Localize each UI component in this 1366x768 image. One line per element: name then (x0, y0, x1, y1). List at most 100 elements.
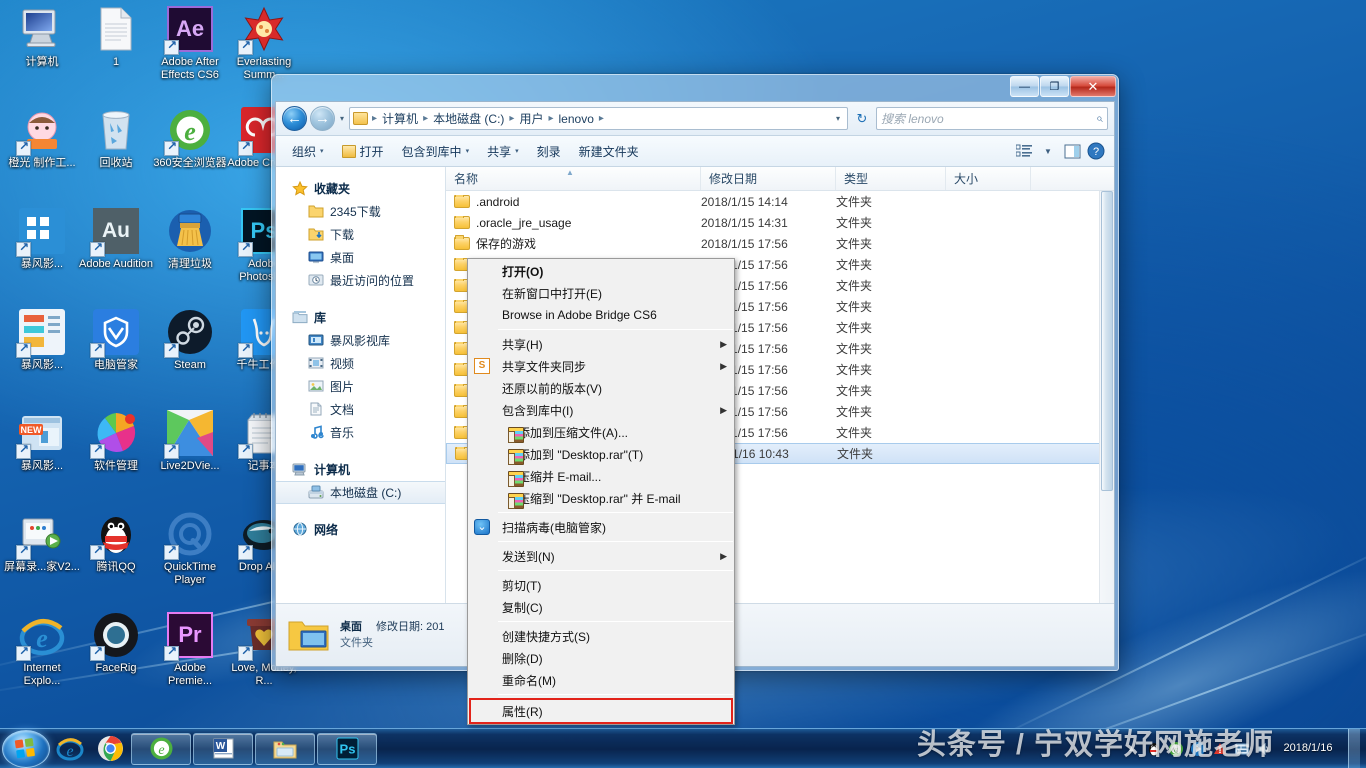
context-menu-item[interactable]: 共享(H)▶ (468, 333, 734, 355)
context-menu-item[interactable]: ⌄扫描病毒(电脑管家) (468, 516, 734, 538)
desktop-icon-au[interactable]: AuAdobe Audition (78, 207, 154, 271)
back-arrow-icon[interactable]: ← (282, 106, 307, 131)
column-header-date[interactable]: 修改日期 (701, 167, 836, 190)
start-button[interactable] (2, 730, 50, 768)
context-menu-item[interactable]: 发送到(N)▶ (468, 545, 734, 567)
context-menu-item[interactable]: S共享文件夹同步▶ (468, 355, 734, 377)
nav-item[interactable]: 桌面 (276, 246, 445, 269)
history-dropdown-icon[interactable]: ▾ (338, 114, 346, 123)
context-menu-item[interactable]: 属性(R) (469, 698, 733, 724)
input-method-icon[interactable] (1233, 740, 1250, 757)
context-menu-item[interactable]: 压缩到 "Desktop.rar" 并 E-mail (468, 487, 734, 509)
context-menu-item[interactable]: 添加到 "Desktop.rar"(T) (468, 443, 734, 465)
new-folder-button[interactable]: 新建文件夹 (570, 139, 648, 164)
taskbar-task-photoshop[interactable]: Ps (317, 733, 377, 765)
breadcrumb-computer[interactable]: 计算机 (379, 109, 421, 128)
nav-item[interactable]: 下载 (276, 223, 445, 246)
taskbar-task-word[interactable]: W (193, 733, 253, 765)
desktop-icon-ie[interactable]: eInternet Explo... (4, 611, 80, 688)
context-menu-item[interactable]: 打开(O) (468, 260, 734, 282)
nav-item[interactable]: 最近访问的位置 (276, 269, 445, 292)
column-header-type[interactable]: 类型 (836, 167, 946, 190)
taskbar-task-360-browser[interactable]: e (131, 733, 191, 765)
desktop-icon-softmgr[interactable]: 软件管理 (78, 409, 154, 473)
nav-item[interactable]: 文档 (276, 398, 445, 421)
address-dropdown-icon[interactable]: ▾ (832, 114, 844, 123)
nav-group-header[interactable]: 网络 (276, 518, 445, 541)
organize-button[interactable]: 组织 ▾ (283, 139, 333, 164)
desktop-icon-steam[interactable]: Steam (152, 308, 228, 372)
include-in-library-button[interactable]: 包含到库中 ▾ (393, 139, 479, 164)
search-input[interactable]: 搜索 lenovo ⌕ (876, 107, 1108, 130)
minimize-button[interactable]: — (1010, 76, 1039, 97)
qq-penguin-icon[interactable] (1145, 740, 1162, 757)
table-row[interactable]: .oracle_jre_usage2018/1/15 14:31文件夹 (446, 212, 1114, 233)
column-header-size[interactable]: 大小 (946, 167, 1031, 190)
nav-group-header[interactable]: 收藏夹 (276, 177, 445, 200)
breadcrumb-users[interactable]: 用户 (516, 109, 546, 128)
scrollbar-thumb[interactable] (1101, 191, 1113, 491)
desktop-icon-facerig[interactable]: FaceRig (78, 611, 154, 675)
nav-item[interactable]: 2345下载 (276, 200, 445, 223)
nav-item[interactable]: 音乐 (276, 421, 445, 444)
clock[interactable]: 2018/1/16 (1277, 742, 1339, 755)
context-menu-item[interactable]: 创建快捷方式(S) (468, 625, 734, 647)
taskbar[interactable]: e e W (0, 728, 1366, 768)
open-button[interactable]: 打开 (333, 139, 393, 164)
context-menu-item[interactable]: 压缩并 E-mail... (468, 465, 734, 487)
baofeng-tray-icon[interactable] (1189, 740, 1206, 757)
desktop-icon-baofeng-new[interactable]: NEW暴风影... (4, 409, 80, 473)
antivirus-tray-icon[interactable] (1211, 740, 1228, 757)
share-button[interactable]: 共享 ▾ (478, 139, 528, 164)
maximize-button[interactable]: ❐ (1040, 76, 1069, 97)
help-icon[interactable]: ? (1085, 140, 1107, 162)
column-header-name[interactable]: 名称 ▲ (446, 167, 701, 190)
context-menu-item[interactable]: 复制(C) (468, 596, 734, 618)
desktop-icon-screenrec[interactable]: 屏幕录...家V2... (4, 510, 80, 574)
nav-item[interactable]: 本地磁盘 (C:) (276, 481, 445, 504)
breadcrumb-drive[interactable]: 本地磁盘 (C:) (430, 109, 507, 128)
show-desktop-button[interactable] (1348, 729, 1360, 768)
refresh-icon[interactable]: ↻ (851, 107, 873, 130)
desktop-icon-baofeng-list[interactable]: 暴风影... (4, 308, 80, 372)
table-row[interactable]: 保存的游戏2018/1/15 17:56文件夹 (446, 233, 1114, 254)
context-menu-item[interactable]: 删除(D) (468, 647, 734, 669)
volume-icon[interactable] (1255, 740, 1272, 757)
preview-pane-icon[interactable] (1061, 140, 1083, 162)
desktop-icon-orange-game[interactable]: 橙光 制作工... (4, 106, 80, 170)
desktop-icon-qq[interactable]: 腾讯QQ (78, 510, 154, 574)
chevron-down-icon[interactable]: ▼ (1037, 140, 1059, 162)
taskbar-launcher-internet-explorer[interactable]: e (50, 730, 90, 768)
close-button[interactable]: ✕ (1070, 76, 1116, 97)
desktop-icon-live2d[interactable]: Live2DVie... (152, 409, 228, 473)
context-menu-item[interactable]: 剪切(T) (468, 574, 734, 596)
nav-item[interactable]: 视频 (276, 352, 445, 375)
desktop-icon-360browser[interactable]: e360安全浏览器 (152, 106, 228, 170)
table-row[interactable]: .android2018/1/15 14:14文件夹 (446, 191, 1114, 212)
forward-arrow-icon[interactable]: → (310, 106, 335, 131)
navigation-pane[interactable]: 收藏夹2345下载下载桌面最近访问的位置库暴风影视库视频图片文档音乐计算机本地磁… (276, 167, 446, 603)
desktop-icon-broom[interactable]: 清理垃圾 (152, 207, 228, 271)
address-bar[interactable]: ▸ 计算机 ▸ 本地磁盘 (C:) ▸ 用户 ▸ lenovo ▸ ▾ (349, 107, 848, 130)
360-browser-tray-icon[interactable]: e (1167, 740, 1184, 757)
taskbar-launcher-google-chrome[interactable] (90, 730, 130, 768)
context-menu[interactable]: 打开(O)在新窗口中打开(E)Browse in Adobe Bridge CS… (467, 258, 735, 725)
taskbar-task-explorer[interactable] (255, 733, 315, 765)
desktop-icon-baofeng-blue[interactable]: 暴风影... (4, 207, 80, 271)
desktop-icon-pr[interactable]: PrAdobe Premie... (152, 611, 228, 688)
burn-button[interactable]: 刻录 (528, 139, 570, 164)
context-menu-item[interactable]: 在新窗口中打开(E) (468, 282, 734, 304)
nav-group-header[interactable]: 计算机 (276, 458, 445, 481)
desktop-icon-guanjia[interactable]: 电脑管家 (78, 308, 154, 372)
show-hidden-icons-icon[interactable]: ▲ (1123, 740, 1140, 757)
desktop-icon-textfile[interactable]: 1 (78, 5, 154, 69)
vertical-scrollbar[interactable] (1099, 191, 1114, 603)
context-menu-item[interactable]: 添加到压缩文件(A)... (468, 421, 734, 443)
desktop-icon-star[interactable]: Everlasting Summ... (226, 5, 302, 82)
desktop-icon-computer[interactable]: 计算机 (4, 5, 80, 69)
desktop-icon-ae[interactable]: AeAdobe After Effects CS6 (152, 5, 228, 82)
nav-item[interactable]: 图片 (276, 375, 445, 398)
nav-item[interactable]: 暴风影视库 (276, 329, 445, 352)
nav-group-header[interactable]: 库 (276, 306, 445, 329)
breadcrumb-lenovo[interactable]: lenovo (556, 111, 597, 127)
